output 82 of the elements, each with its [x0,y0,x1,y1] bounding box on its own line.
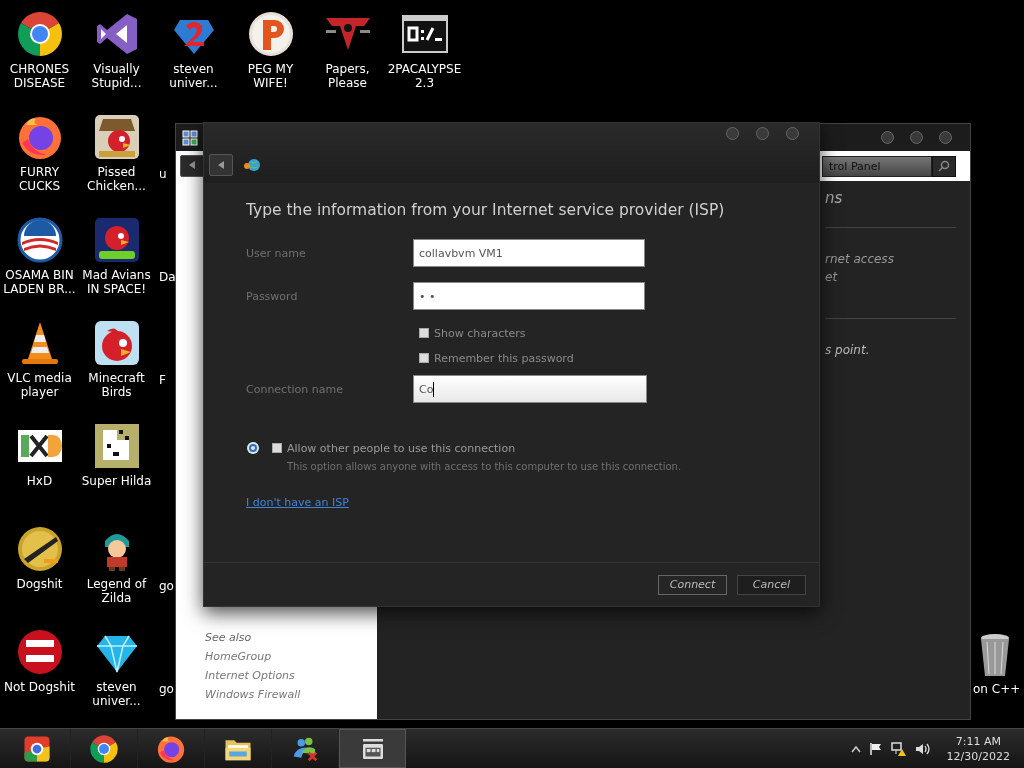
network-warning-icon[interactable] [890,740,907,757]
browser-icon [89,733,119,764]
text-caret [433,381,435,397]
sidebar-link[interactable]: Windows Firewall [205,688,377,701]
desktop-icon-label[interactable]: on C++ [973,682,1021,696]
back-arrow-icon [217,161,225,169]
control-panel-icon [182,129,198,146]
close-button[interactable] [939,131,952,144]
desktop-icon-label[interactable]: steven univer... [155,62,232,90]
back-button[interactable] [209,154,233,176]
minimize-button[interactable] [726,127,739,140]
dialog-heading: Type the information from your Internet service provider (ISP) [246,201,726,219]
search-button[interactable] [932,155,956,177]
connect-button[interactable]: Connect [658,574,727,595]
desktop-icon-label[interactable]: 2PACALYPSE 2.3 [386,62,463,90]
show-hidden-icons-icon[interactable] [850,744,861,753]
volume-icon[interactable] [914,741,931,756]
minimize-button[interactable] [881,131,894,144]
desktop-icon-label[interactable]: Not Dogshit [1,680,78,694]
browser-icon[interactable] [15,10,64,58]
checkbox[interactable] [419,353,429,363]
desktop-icon-label[interactable]: Super Hilda [78,474,155,488]
task-link[interactable]: rnet access [825,252,956,266]
ball-logo-icon[interactable] [246,10,295,58]
maximize-button[interactable] [756,127,769,140]
desktop-icon-label[interactable]: Dogshit [1,577,78,591]
disc-icon[interactable] [15,525,64,573]
input-field[interactable]: • • [413,282,645,310]
flag-icon[interactable] [868,741,883,756]
see-also-heading: See also [205,631,253,644]
checkbox-label[interactable]: Allow other people to use this connection [287,441,516,455]
desktop-icon-label[interactable]: steven univer... [78,680,155,708]
desktop-icon-label[interactable]: Da [159,270,176,284]
clock-date[interactable]: 12/30/2022 [946,748,1010,764]
back-arrow-icon [188,161,196,169]
desktop-icon-label[interactable]: Mad Avians IN SPACE! [78,268,155,296]
desktop-icon-label[interactable]: Papers, Please [309,62,386,90]
checkbox-label[interactable]: Remember this password [434,351,574,365]
desktop-icon-label[interactable]: F [159,373,166,387]
search-icon [938,160,950,172]
bird-card-icon[interactable] [92,113,141,161]
field-label: Password [246,289,299,303]
sidebar-link[interactable]: Internet Options [205,669,377,682]
desktop-icon-label[interactable]: OSAMA BIN LADEN BR... [1,268,78,296]
clock-time[interactable]: 7:11 AM [955,733,1001,749]
bird-icon[interactable] [92,319,141,367]
description-text: This option allows anyone with access to this computer to use this connection. [287,461,683,472]
taskbar-button[interactable] [339,729,406,768]
task-link[interactable]: et [825,270,956,284]
field-label: User name [246,246,307,260]
checkbox-label[interactable]: Show characters [434,326,526,340]
input-field[interactable]: collavbvm VM1 [413,239,645,267]
desktop-icon-label[interactable]: HxD [1,474,78,488]
desktop-icon-label[interactable]: u [159,167,167,181]
desktop-icon-label[interactable]: FURRY CUCKS [1,165,78,193]
close-button[interactable] [786,127,799,140]
section-heading: ns [825,189,844,207]
desktop-icon-label[interactable]: CHRONES DISEASE [1,62,78,90]
round-badge-icon[interactable] [15,628,64,676]
globe-icon [243,158,261,172]
cancel-button[interactable]: Cancel [737,574,806,595]
no-isp-link[interactable]: I don't have an ISP [246,496,349,509]
shield-gear-icon [246,441,260,455]
input-field[interactable]: Co [413,375,647,403]
desktop-icon-label[interactable]: Minecraft Birds [78,371,155,399]
desktop-icon-label[interactable]: PEG MY WIFE! [232,62,309,90]
sidebar-link[interactable]: HomeGroup [205,650,377,663]
desktop-icon-label[interactable]: VLC media player [1,371,78,399]
maximize-button[interactable] [910,131,923,144]
desktop-icon-label[interactable]: Visually Stupid... [78,62,155,90]
back-button[interactable] [180,155,204,177]
pixel-art-icon[interactable] [92,422,141,470]
desktop-icon-label[interactable]: go [159,682,174,696]
info-text: s point. [825,343,871,357]
bird-space-icon[interactable] [92,216,141,264]
desktop-icon-label[interactable]: Legend of Zilda [78,577,155,605]
desktop-icon-label[interactable]: Pissed Chicken... [78,165,155,193]
round-logo-icon[interactable] [15,216,64,264]
desktop-icon-label[interactable]: go [159,579,174,593]
field-label: Connection name [246,382,344,396]
checkbox[interactable] [272,443,282,453]
checkbox[interactable] [419,328,429,338]
